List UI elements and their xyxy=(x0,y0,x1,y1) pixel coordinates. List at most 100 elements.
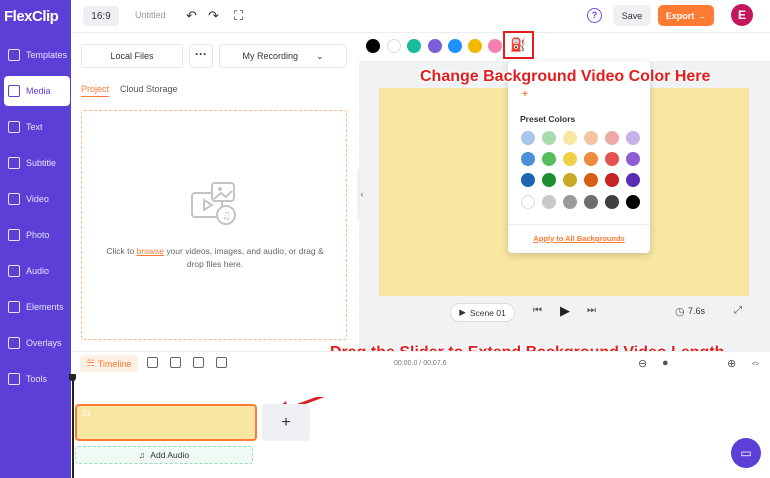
sidebar-item-label: Video xyxy=(26,194,49,204)
undo-icon[interactable]: ↶ xyxy=(186,8,197,24)
background-fill-button[interactable]: ⛽ xyxy=(503,31,534,59)
color-dot[interactable] xyxy=(488,39,502,53)
preset-color-swatch[interactable] xyxy=(521,173,535,187)
color-dot[interactable] xyxy=(448,39,462,53)
clip-label: 01 xyxy=(82,409,91,418)
color-dot[interactable] xyxy=(468,39,482,53)
sidebar-item-label: Photo xyxy=(26,230,50,240)
timeline-clip[interactable]: 01 xyxy=(75,404,257,441)
preset-color-swatch[interactable] xyxy=(563,131,577,145)
preset-color-swatch[interactable] xyxy=(605,131,619,145)
custom-color-plus-icon[interactable]: + xyxy=(522,89,528,100)
zoom-out-icon[interactable]: ⊖ xyxy=(638,357,647,370)
tab-project[interactable]: Project xyxy=(81,84,110,97)
sidebar-item-tools[interactable]: Tools xyxy=(4,364,70,394)
preset-color-swatch[interactable] xyxy=(563,152,577,166)
split-icon[interactable] xyxy=(170,357,181,368)
previous-icon[interactable]: ⏮ xyxy=(533,305,542,316)
play-icon[interactable]: ▶ xyxy=(560,303,570,319)
more-options-button[interactable]: ··· xyxy=(189,44,213,68)
preset-color-swatch[interactable] xyxy=(626,173,640,187)
sidebar-item-photo[interactable]: Photo xyxy=(4,220,70,250)
preset-color-swatch[interactable] xyxy=(584,152,598,166)
tools-icon xyxy=(8,373,20,385)
fit-screen-icon[interactable]: ⤢ xyxy=(734,305,742,316)
upload-media-icon: ♫ xyxy=(191,182,236,225)
preset-color-swatch[interactable] xyxy=(626,152,640,166)
preset-color-swatch[interactable] xyxy=(563,173,577,187)
paint-bucket-icon: ⛽ xyxy=(510,37,527,52)
expand-timeline-icon[interactable]: ⇔ xyxy=(750,357,761,369)
tab-cloud-storage[interactable]: Cloud Storage xyxy=(120,84,178,94)
video-icon xyxy=(8,193,20,205)
sidebar-item-templates[interactable]: Templates xyxy=(4,40,70,70)
add-scene-button[interactable]: + xyxy=(262,404,310,441)
zoom-in-icon[interactable]: ⊕ xyxy=(727,357,736,370)
preset-color-swatch[interactable] xyxy=(584,131,598,145)
preset-color-swatch[interactable] xyxy=(542,173,556,187)
preset-color-swatch[interactable] xyxy=(584,173,598,187)
aspect-ratio-button[interactable]: 16:9 xyxy=(83,6,119,26)
timeline-ruler[interactable] xyxy=(71,377,770,397)
sidebar-item-audio[interactable]: Audio xyxy=(4,256,70,286)
preset-color-swatch[interactable] xyxy=(521,195,535,209)
fullscreen-icon[interactable]: ⛶ xyxy=(234,8,243,24)
duplicate-icon[interactable] xyxy=(193,357,204,368)
sidebar-item-video[interactable]: Video xyxy=(4,184,70,214)
preset-colors-popover: + Preset Colors Apply to All Backgrounds xyxy=(508,61,650,253)
sidebar-item-media[interactable]: Media xyxy=(4,76,70,106)
preset-color-swatch[interactable] xyxy=(521,152,535,166)
preset-color-swatch[interactable] xyxy=(542,195,556,209)
avatar[interactable]: E xyxy=(731,4,753,26)
collapse-panel-handle[interactable]: ‹ xyxy=(357,168,367,220)
sidebar-item-subtitle[interactable]: Subtitle xyxy=(4,148,70,178)
sidebar-item-label: Subtitle xyxy=(26,158,57,168)
project-title[interactable]: Untitled xyxy=(135,10,166,20)
scene-selector[interactable]: ▶ Scene 01 xyxy=(450,303,515,322)
redo-icon[interactable]: ↷ xyxy=(208,8,219,24)
color-dot[interactable] xyxy=(407,39,421,53)
preset-color-swatch[interactable] xyxy=(605,152,619,166)
upload-dropzone[interactable]: ♫ Click to browse your videos, images, a… xyxy=(81,110,347,340)
sidebar-item-text[interactable]: Text xyxy=(4,112,70,142)
browse-link[interactable]: browse xyxy=(137,246,164,256)
dropzone-text-suffix: your videos, images, and audio, or drag … xyxy=(163,246,324,269)
timeline-label: Timeline xyxy=(97,358,132,369)
my-recording-label: My Recording xyxy=(242,51,298,61)
preset-color-swatch[interactable] xyxy=(542,152,556,166)
playhead[interactable] xyxy=(72,377,74,478)
playhead-handle[interactable] xyxy=(69,374,76,381)
preset-color-swatch[interactable] xyxy=(605,173,619,187)
local-files-button[interactable]: Local Files xyxy=(81,44,183,68)
export-button[interactable]: Export → xyxy=(658,5,714,26)
chat-icon[interactable]: ▭ xyxy=(731,438,761,468)
preset-color-swatch[interactable] xyxy=(626,131,640,145)
elements-icon xyxy=(8,301,20,313)
sidebar-item-elements[interactable]: Elements xyxy=(4,292,70,322)
topbar: 16:9 Untitled ↶ ↷ ⛶ ? Save Export → E xyxy=(71,0,770,33)
color-dot[interactable] xyxy=(428,39,442,53)
color-dot[interactable] xyxy=(366,39,380,53)
preset-color-swatch[interactable] xyxy=(605,195,619,209)
apply-to-all-link[interactable]: Apply to All Backgrounds xyxy=(508,234,650,243)
preset-color-swatch[interactable] xyxy=(626,195,640,209)
my-recording-dropdown[interactable]: My Recording ⌄ xyxy=(219,44,347,68)
preset-color-swatch[interactable] xyxy=(542,131,556,145)
preset-color-swatch[interactable] xyxy=(584,195,598,209)
timeline-toggle[interactable]: ☵ Timeline xyxy=(80,355,138,372)
add-scene-icon[interactable] xyxy=(147,357,158,368)
sidebar-item-overlays[interactable]: Overlays xyxy=(4,328,70,358)
overlays-icon xyxy=(8,337,20,349)
preset-color-swatch[interactable] xyxy=(563,195,577,209)
delete-icon[interactable] xyxy=(216,357,227,368)
next-icon[interactable]: ⏭ xyxy=(587,305,596,316)
audio-icon xyxy=(8,265,20,277)
media-panel: Local Files ··· My Recording ⌄ Project C… xyxy=(71,33,359,351)
save-button[interactable]: Save xyxy=(613,5,651,26)
color-dot[interactable] xyxy=(387,39,401,53)
add-audio-button[interactable]: ♫ Add Audio xyxy=(75,446,253,464)
divider xyxy=(508,224,650,225)
help-icon[interactable]: ? xyxy=(587,8,602,23)
preset-color-swatch[interactable] xyxy=(521,131,535,145)
zoom-slider-knob[interactable]: ● xyxy=(662,357,669,369)
